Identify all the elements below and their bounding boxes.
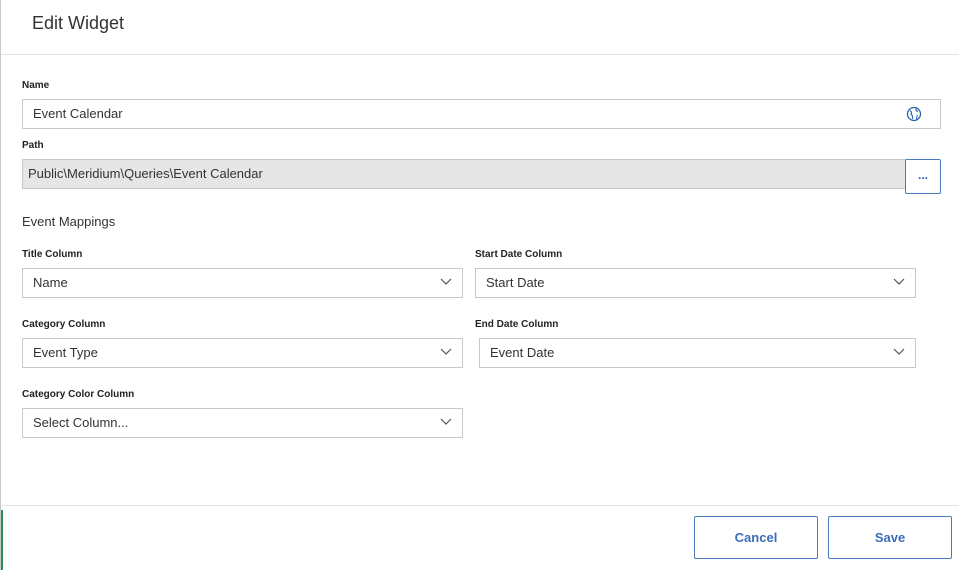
chevron-down-icon bbox=[893, 278, 905, 285]
name-input[interactable]: Event Calendar bbox=[22, 99, 941, 129]
chevron-down-icon bbox=[440, 348, 452, 355]
title-column-select[interactable]: Name bbox=[22, 268, 463, 298]
category-column-label: Category Column bbox=[22, 319, 106, 330]
end-date-column-value: Event Date bbox=[490, 345, 555, 360]
path-label: Path bbox=[22, 140, 44, 151]
end-date-column-select[interactable]: Event Date bbox=[479, 338, 916, 368]
globe-icon[interactable] bbox=[906, 106, 922, 122]
end-date-column-label: End Date Column bbox=[475, 319, 559, 330]
dialog-header: Edit Widget bbox=[1, 0, 959, 55]
category-column-select[interactable]: Event Type bbox=[22, 338, 463, 368]
name-input-value: Event Calendar bbox=[33, 106, 123, 121]
category-color-column-select[interactable]: Select Column... bbox=[22, 408, 463, 438]
cancel-button[interactable]: Cancel bbox=[694, 516, 818, 559]
category-color-column-value: Select Column... bbox=[33, 415, 129, 430]
event-mappings-title: Event Mappings bbox=[22, 214, 116, 229]
category-color-column-label: Category Color Column bbox=[22, 389, 135, 400]
chevron-down-icon bbox=[893, 348, 905, 355]
title-column-value: Name bbox=[33, 275, 68, 290]
chevron-down-icon bbox=[440, 278, 452, 285]
path-input: Public\Meridium\Queries\Event Calendar bbox=[22, 159, 906, 189]
title-column-label: Title Column bbox=[22, 249, 83, 260]
start-date-column-value: Start Date bbox=[486, 275, 545, 290]
browse-button[interactable]: ... bbox=[905, 159, 941, 194]
start-date-column-select[interactable]: Start Date bbox=[475, 268, 916, 298]
edit-widget-dialog: Edit Widget Name Event Calendar Path Pub… bbox=[0, 0, 959, 570]
dialog-title: Edit Widget bbox=[32, 13, 125, 33]
save-button[interactable]: Save bbox=[828, 516, 952, 559]
category-column-value: Event Type bbox=[33, 345, 98, 360]
start-date-column-label: Start Date Column bbox=[475, 249, 563, 260]
chevron-down-icon bbox=[440, 418, 452, 425]
window-edge-accent bbox=[1, 510, 3, 570]
name-label: Name bbox=[22, 80, 50, 91]
